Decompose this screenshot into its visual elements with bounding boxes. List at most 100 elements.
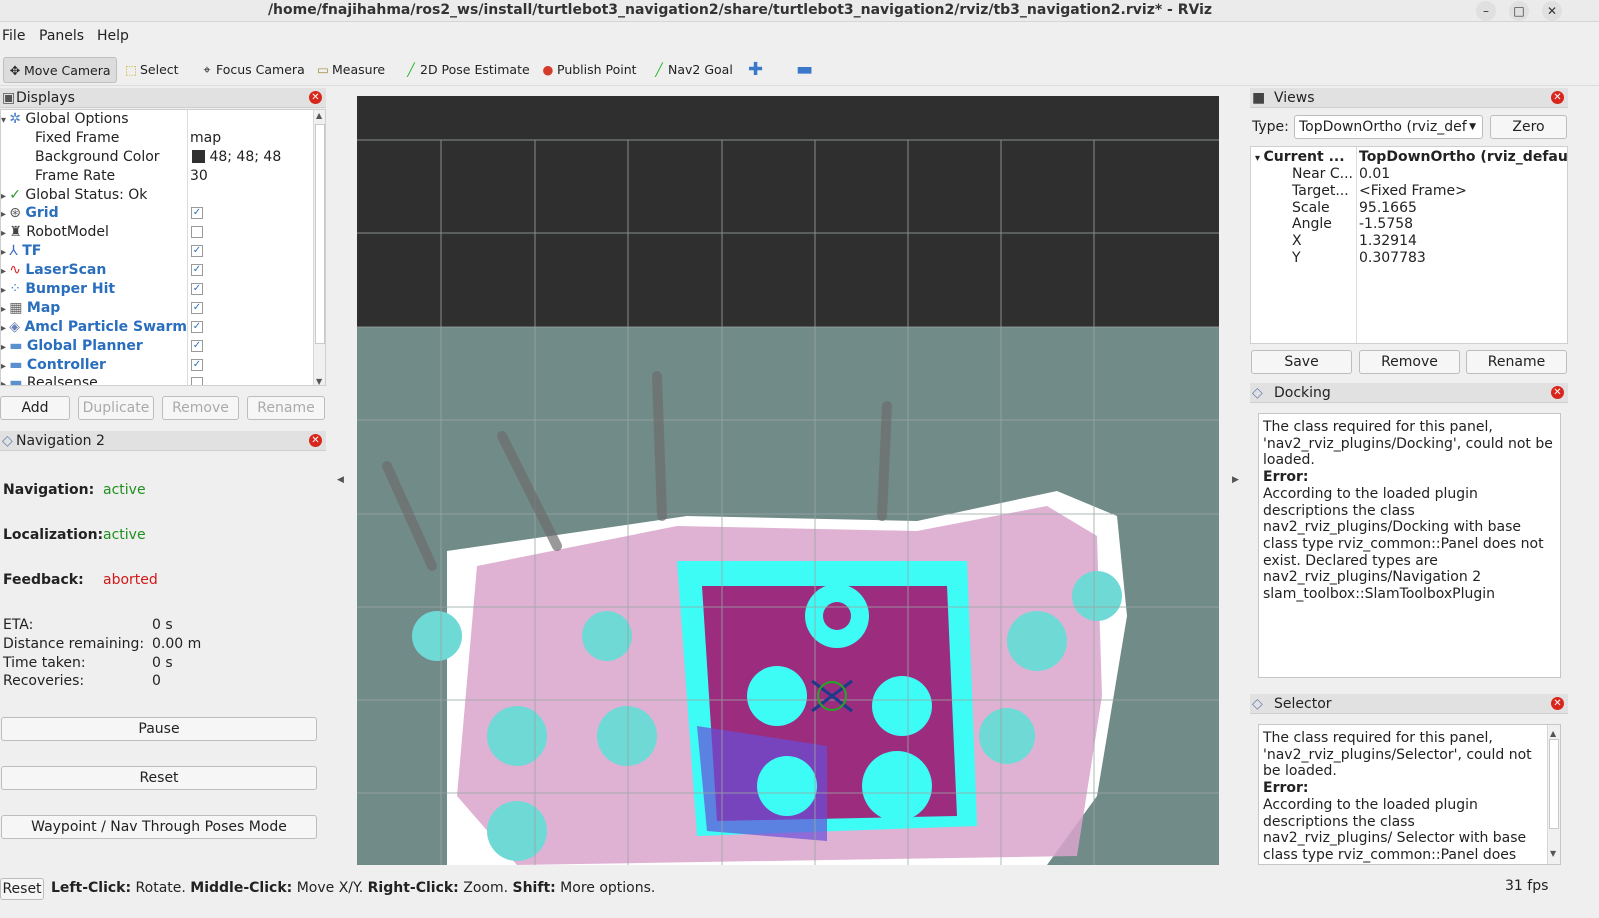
- display-row-controller[interactable]: ▸ ▬ Controller: [1, 356, 106, 375]
- 3d-viewport[interactable]: [357, 96, 1219, 865]
- display-checkbox-robotmodel[interactable]: [191, 226, 203, 238]
- map-pin-icon: ●: [542, 62, 554, 77]
- rename-display-button[interactable]: Rename: [247, 396, 325, 420]
- selector-scrollbar[interactable]: ▲ ▼: [1547, 725, 1560, 864]
- global-status-row[interactable]: ▸ ✓ Global Status: Ok: [1, 186, 147, 205]
- background-color-text: 48; 48; 48: [209, 149, 282, 165]
- remove-view-button[interactable]: Remove: [1359, 350, 1460, 374]
- nav2-goal-tool[interactable]: ╱ Nav2 Goal: [648, 57, 737, 83]
- menu-panels[interactable]: Panels: [39, 28, 84, 44]
- display-row-laserscan[interactable]: ▸ ∿ LaserScan: [1, 261, 106, 280]
- docking-error-label: Error:: [1263, 469, 1309, 486]
- display-checkbox-realsense[interactable]: [191, 377, 203, 385]
- waypoint-mode-button[interactable]: Waypoint / Nav Through Poses Mode: [1, 815, 317, 839]
- display-row-robotmodel[interactable]: ▸ ♜ RobotModel: [1, 223, 109, 242]
- display-row-bumperhit[interactable]: ▸ ⁘ Bumper Hit: [1, 280, 115, 299]
- global-options-row[interactable]: ▾ ✲ Global Options: [1, 110, 129, 129]
- reset-view-button[interactable]: Reset: [0, 878, 44, 900]
- zero-button[interactable]: Zero: [1490, 115, 1567, 139]
- views-title: Views: [1274, 90, 1315, 106]
- robot-icon: ♜: [9, 224, 22, 240]
- selector-error-label: Error:: [1263, 780, 1309, 797]
- measure-label: Measure: [332, 62, 386, 77]
- add-tool-button[interactable]: ✚: [744, 57, 767, 83]
- display-row-tf[interactable]: ▸ ⅄ TF: [1, 242, 41, 261]
- collapse-arrow-icon: ▸: [1, 191, 10, 202]
- view-type-select[interactable]: TopDownOrtho (rviz_def ▼: [1294, 115, 1483, 139]
- scrollbar-thumb[interactable]: [1549, 739, 1559, 829]
- distance-label: Distance remaining:: [3, 636, 145, 652]
- y-value[interactable]: 0.307783: [1359, 249, 1426, 268]
- display-checkbox-grid[interactable]: ✓: [191, 207, 203, 219]
- displays-scrollbar[interactable]: ▲ ▼: [313, 110, 325, 385]
- rename-view-button[interactable]: Rename: [1466, 350, 1567, 374]
- display-row-map[interactable]: ▸ ▦ Map: [1, 299, 60, 318]
- duplicate-display-button[interactable]: Duplicate: [78, 396, 154, 420]
- publish-point-tool[interactable]: ● Publish Point: [537, 57, 641, 83]
- display-checkbox-amcl[interactable]: ✓: [191, 321, 203, 333]
- toolbar: ✥ Move Camera ⬚ Select ⌖ Focus Camera ▭ Meas…: [0, 52, 1599, 86]
- camera-icon: ■: [1252, 90, 1266, 106]
- collapse-right-icon[interactable]: ▶: [1232, 475, 1239, 485]
- fixed-frame-value[interactable]: map: [190, 129, 221, 148]
- scroll-down-icon[interactable]: ▼: [316, 377, 322, 385]
- expand-arrow-icon: ▸: [1, 228, 10, 239]
- displays-title: Displays: [16, 90, 75, 106]
- scroll-down-icon[interactable]: ▼: [1550, 846, 1556, 863]
- close-panel-icon[interactable]: ✕: [1551, 91, 1564, 104]
- save-view-button[interactable]: Save: [1251, 350, 1352, 374]
- focus-camera-tool[interactable]: ⌖ Focus Camera: [196, 57, 309, 83]
- color-swatch: [192, 150, 205, 163]
- ruler-icon: ▭: [317, 62, 329, 77]
- remove-tool-button[interactable]: ▬: [792, 57, 817, 83]
- menu-file[interactable]: File: [2, 28, 25, 44]
- close-panel-icon[interactable]: ✕: [309, 91, 322, 104]
- frame-rate-value[interactable]: 30: [190, 167, 208, 186]
- move-camera-tool[interactable]: ✥ Move Camera: [3, 57, 117, 83]
- pose-estimate-tool[interactable]: ╱ 2D Pose Estimate: [400, 57, 534, 83]
- measure-tool[interactable]: ▭ Measure: [312, 57, 389, 83]
- menu-help[interactable]: Help: [97, 28, 129, 44]
- display-checkbox-globalplanner[interactable]: ✓: [191, 340, 203, 352]
- maximize-button[interactable]: □: [1509, 1, 1529, 21]
- scroll-up-icon[interactable]: ▲: [316, 111, 322, 120]
- close-panel-icon[interactable]: ✕: [1551, 386, 1564, 399]
- pause-button[interactable]: Pause: [1, 717, 317, 741]
- display-row-globalplanner[interactable]: ▸ ▬ Global Planner: [1, 337, 143, 356]
- display-checkbox-laserscan[interactable]: ✓: [191, 264, 203, 276]
- axes-icon: ⅄: [9, 243, 18, 259]
- docking-error-text: According to the loaded plugin descripti…: [1263, 485, 1544, 603]
- hint-middle-text: Move X/Y.: [292, 880, 368, 896]
- localization-status-label: Localization:: [3, 527, 104, 543]
- check-icon: ✓: [9, 187, 21, 203]
- display-checkbox-bumperhit[interactable]: ✓: [191, 283, 203, 295]
- minimize-button[interactable]: –: [1476, 1, 1496, 21]
- display-checkbox-controller[interactable]: ✓: [191, 359, 203, 371]
- background-color-value[interactable]: 48; 48; 48: [192, 148, 281, 167]
- add-display-button[interactable]: Add: [0, 396, 70, 420]
- docking-title: Docking: [1274, 385, 1331, 401]
- close-panel-icon[interactable]: ✕: [309, 434, 322, 447]
- folder-icon: ▬: [9, 357, 23, 373]
- view-type-label: Type:: [1252, 119, 1289, 135]
- collapse-left-icon[interactable]: ◀: [337, 475, 344, 485]
- display-row-grid[interactable]: ▸ ⊛ Grid: [1, 204, 59, 223]
- views-tree: ▾ Current ... TopDownOrtho (rviz_defau..…: [1250, 146, 1568, 344]
- distance-value: 0.00 m: [152, 636, 202, 652]
- publish-point-label: Publish Point: [557, 62, 637, 77]
- display-row-amcl[interactable]: ▸ ◈ Amcl Particle Swarm: [1, 318, 187, 337]
- current-view-value: TopDownOrtho (rviz_defau...: [1359, 149, 1568, 165]
- selector-message: The class required for this panel, 'nav2…: [1263, 730, 1532, 780]
- display-checkbox-tf[interactable]: ✓: [191, 245, 203, 257]
- display-row-realsense[interactable]: ▸ ▬ Realsense: [1, 374, 98, 385]
- close-panel-icon[interactable]: ✕: [1551, 697, 1564, 710]
- remove-display-button[interactable]: Remove: [162, 396, 239, 420]
- selector-panel-header: ◇ Selector ✕: [1250, 694, 1568, 714]
- display-checkbox-map[interactable]: ✓: [191, 302, 203, 314]
- background-color-label: Background Color: [35, 149, 160, 165]
- select-tool[interactable]: ⬚ Select: [120, 57, 183, 83]
- scrollbar-thumb[interactable]: [315, 124, 325, 344]
- close-window-button[interactable]: ✕: [1542, 1, 1562, 21]
- reset-nav-button[interactable]: Reset: [1, 766, 317, 790]
- window-title: /home/fnajihahma/ros2_ws/install/turtleb…: [267, 2, 1213, 18]
